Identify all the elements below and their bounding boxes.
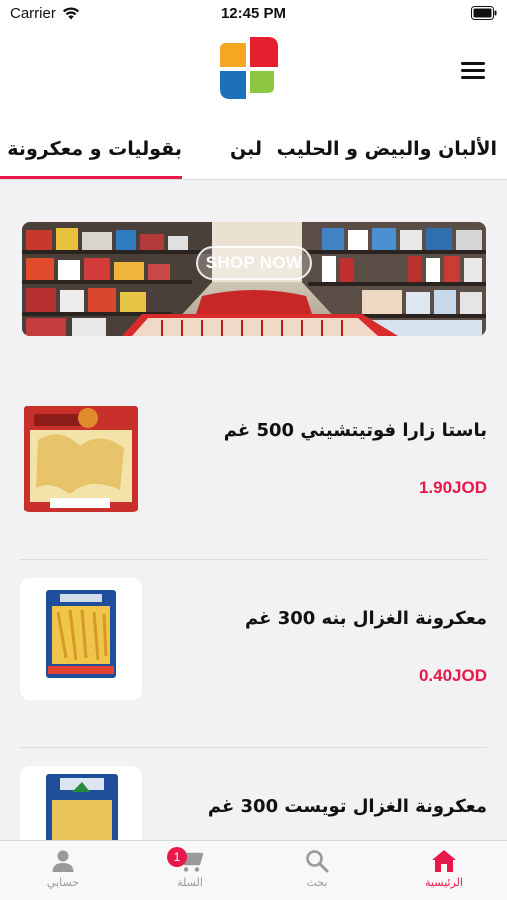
hamburger-menu-icon[interactable] bbox=[461, 62, 485, 80]
product-image bbox=[20, 578, 142, 700]
user-icon bbox=[52, 850, 74, 872]
product-name: باستا زارا فوتيتشيني 500 غم bbox=[223, 420, 487, 441]
clock: 12:45 PM bbox=[220, 5, 287, 22]
category-tabs: الألبان والبيض و الحليب لبن بقوليات و مع… bbox=[0, 128, 507, 180]
cart-count-badge: 1 bbox=[167, 847, 187, 867]
product-price: 1.90JOD bbox=[418, 478, 487, 497]
tabbar-label: السلة bbox=[177, 876, 203, 889]
search-icon bbox=[306, 850, 329, 873]
product-item[interactable]: معكرونة الغزال بنه 300 غم 0.40JOD bbox=[0, 558, 507, 748]
battery-icon bbox=[471, 6, 497, 20]
product-price: 0.40JOD bbox=[418, 666, 487, 685]
home-icon bbox=[432, 850, 456, 872]
product-name: معكرونة الغزال بنه 300 غم bbox=[245, 608, 487, 629]
tabbar-label: بحث bbox=[306, 876, 328, 889]
status-bar: Carrier 12:45 PM bbox=[0, 0, 507, 28]
tabbar-label: حسابي bbox=[46, 876, 80, 889]
tabbar-home[interactable]: الرئيسية bbox=[381, 841, 507, 900]
brand-logo bbox=[220, 37, 278, 99]
product-item[interactable]: باستا زارا فوتيتشيني 500 غم 1.90JOD bbox=[0, 370, 507, 560]
tabbar-search[interactable]: بحث bbox=[254, 841, 380, 900]
tab-yogurt[interactable]: لبن bbox=[230, 138, 262, 179]
tab-dairy-eggs-milk[interactable]: الألبان والبيض و الحليب bbox=[277, 138, 497, 179]
product-name: معكرونة الغزال تويست 300 غم bbox=[207, 796, 487, 817]
tabbar-cart[interactable]: 1 السلة bbox=[127, 841, 253, 900]
bottom-tab-bar: الرئيسية بحث 1 السلة حسابي bbox=[0, 840, 507, 900]
active-tab-indicator bbox=[0, 176, 182, 179]
tabbar-label: الرئيسية bbox=[425, 876, 463, 889]
tabbar-account[interactable]: حسابي bbox=[0, 841, 126, 900]
app-header: الألبان والبيض و الحليب لبن بقوليات و مع… bbox=[0, 28, 507, 180]
product-image bbox=[20, 390, 142, 512]
tab-legumes-pasta[interactable]: بقوليات و معكرونة و غ bbox=[0, 138, 182, 179]
promo-banner[interactable]: SHOP NOW bbox=[22, 222, 486, 336]
shop-now-button[interactable]: SHOP NOW bbox=[196, 246, 312, 280]
